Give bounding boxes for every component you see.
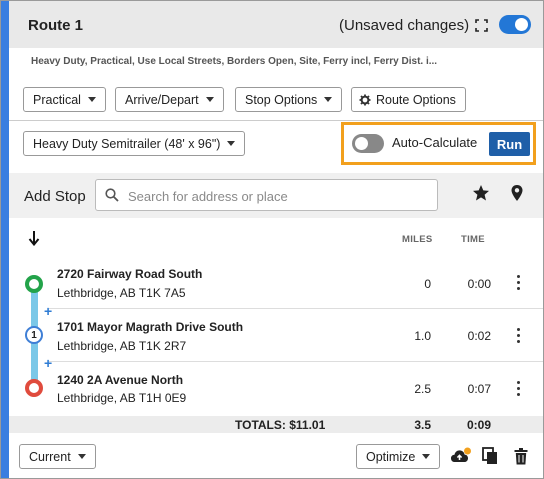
star-icon[interactable] <box>472 184 490 202</box>
optimize-dropdown[interactable]: Optimize <box>356 444 441 469</box>
route-options-summary: Heavy Duty, Practical, Use Local Streets… <box>31 56 438 67</box>
chevron-down-icon <box>227 141 236 146</box>
map-pin-icon[interactable] <box>510 184 524 202</box>
row-divider <box>49 308 543 309</box>
search-placeholder: Search for address or place <box>128 189 288 204</box>
arrive-depart-label: Arrive/Depart <box>125 92 199 107</box>
chevron-down-icon <box>87 97 96 102</box>
stop-time: 0:00 <box>467 277 491 291</box>
auto-calculate-toggle[interactable] <box>352 134 384 153</box>
chevron-down-icon <box>324 97 333 102</box>
auto-calculate-label: Auto-Calculate <box>392 135 478 150</box>
totals-cost: TOTALS: $11.01 <box>235 418 326 432</box>
traffic-mode-dropdown[interactable]: Current <box>19 444 96 469</box>
destination-marker-icon <box>25 379 43 397</box>
cloud-upload-icon[interactable] <box>450 447 472 465</box>
routing-type-label: Practical <box>33 92 81 107</box>
miles-column-header: MILES <box>402 234 433 245</box>
stop-city: Lethbridge, AB T1K 2R7 <box>57 339 187 353</box>
stop-options-dropdown[interactable]: Stop Options <box>235 87 343 112</box>
toggle-knob <box>515 18 528 31</box>
route-header: Route 1 (Unsaved changes) <box>9 1 543 48</box>
route-options-button[interactable]: Route Options <box>351 87 466 112</box>
routing-type-dropdown[interactable]: Practical <box>23 87 106 112</box>
stop-time: 0:02 <box>467 329 491 343</box>
run-button[interactable]: Run <box>489 132 530 156</box>
stop-miles: 1.0 <box>414 329 431 343</box>
insert-stop-plus-icon[interactable]: + <box>44 303 52 319</box>
stop-options-label: Stop Options <box>245 92 318 107</box>
stop-address[interactable]: 2720 Fairway Road South <box>57 267 202 281</box>
route-footer: Current Optimize <box>9 433 543 478</box>
route-panel: Route 1 (Unsaved changes) Heavy Duty, Pr… <box>0 0 544 479</box>
route-options-label: Route Options <box>376 92 456 107</box>
stop-menu-icon[interactable] <box>515 275 521 293</box>
stop-city: Lethbridge, AB T1K 7A5 <box>57 286 186 300</box>
waypoint-marker-icon: 1 <box>25 326 43 344</box>
gear-icon <box>359 94 371 105</box>
add-stop-bar: Add Stop Search for address or place <box>9 173 543 218</box>
optimize-label: Optimize <box>366 449 416 464</box>
row-divider <box>49 361 543 362</box>
stop-search-input[interactable]: Search for address or place <box>95 179 438 211</box>
chevron-down-icon <box>77 454 86 459</box>
stop-city: Lethbridge, AB T1H 0E9 <box>57 391 187 405</box>
vehicle-profile-label: Heavy Duty Semitrailer (48' x 96") <box>33 136 221 151</box>
stop-menu-icon[interactable] <box>515 328 521 346</box>
stop-menu-icon[interactable] <box>515 381 521 399</box>
stop-miles: 2.5 <box>414 382 431 396</box>
trash-icon[interactable] <box>514 448 528 465</box>
chevron-down-icon <box>205 97 214 102</box>
route-color-bar <box>1 1 9 478</box>
chevron-down-icon <box>422 454 431 459</box>
totals-time: 0:09 <box>466 418 491 432</box>
traffic-mode-label: Current <box>29 449 71 464</box>
time-column-header: TIME <box>461 234 485 245</box>
route-title: Route 1 <box>28 17 84 34</box>
insert-stop-plus-icon[interactable]: + <box>44 355 52 371</box>
unsaved-changes-status: (Unsaved changes) <box>339 17 470 34</box>
section-divider <box>9 120 543 121</box>
origin-marker-icon <box>25 275 43 293</box>
stop-miles: 0 <box>424 277 431 291</box>
search-icon <box>105 188 119 202</box>
route-visibility-toggle[interactable] <box>499 15 531 34</box>
stop-address[interactable]: 1701 Mayor Magrath Drive South <box>57 320 243 334</box>
toggle-knob <box>355 137 368 150</box>
stop-address[interactable]: 1240 2A Avenue North <box>57 373 183 387</box>
stop-time: 0:07 <box>467 382 491 396</box>
expand-icon[interactable] <box>475 19 488 32</box>
reverse-stops-arrow-icon[interactable] <box>28 230 40 246</box>
add-stop-label: Add Stop <box>24 188 86 205</box>
vehicle-profile-dropdown[interactable]: Heavy Duty Semitrailer (48' x 96") <box>23 131 246 156</box>
arrive-depart-dropdown[interactable]: Arrive/Depart <box>115 87 224 112</box>
totals-bar: TOTALS: $11.01 3.5 0:09 <box>9 416 543 433</box>
totals-miles: 3.5 <box>414 418 431 432</box>
copy-icon[interactable] <box>482 447 498 465</box>
